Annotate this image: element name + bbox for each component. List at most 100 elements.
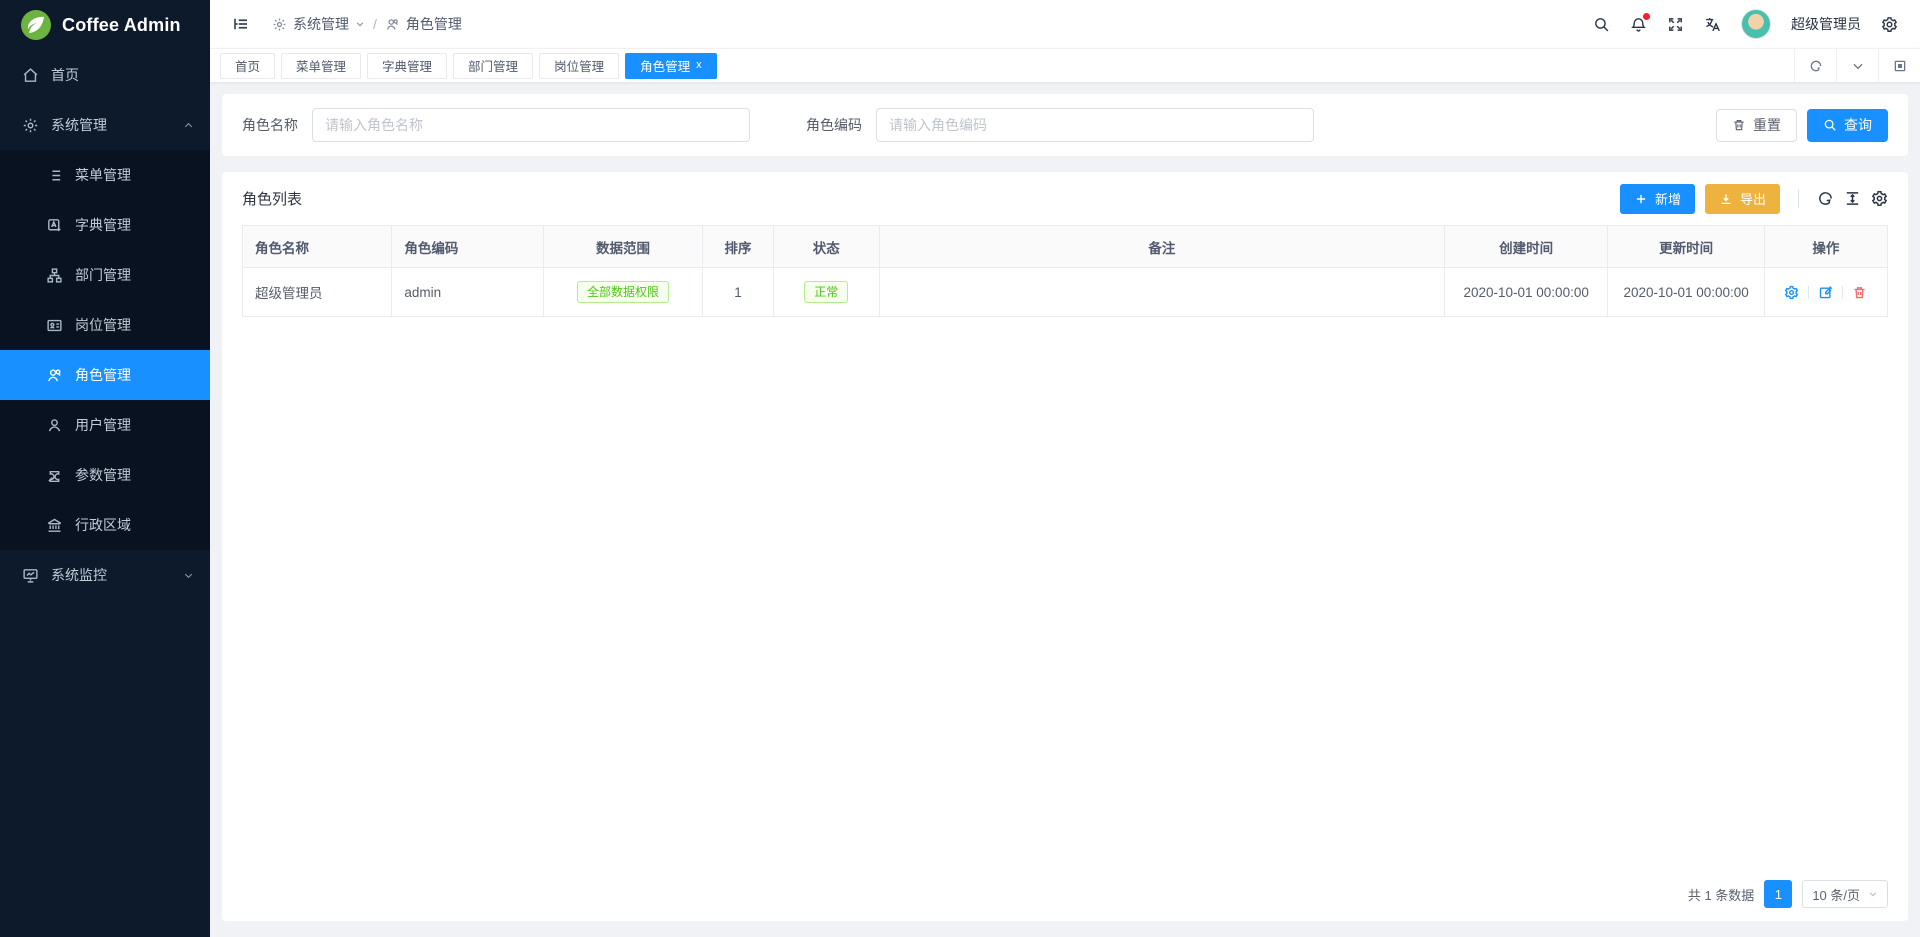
plus-icon <box>1634 192 1648 206</box>
data-scope-tag: 全部数据权限 <box>577 281 669 303</box>
cell-role-name: 超级管理员 <box>243 268 392 317</box>
role-code-input[interactable] <box>876 108 1314 142</box>
reset-button[interactable]: 重置 <box>1716 109 1797 142</box>
sidebar-item-region-mgmt[interactable]: 行政区域 <box>0 500 210 550</box>
tab-home[interactable]: 首页 <box>220 53 275 79</box>
tab-close-icon[interactable]: x <box>696 60 702 71</box>
role-name-input[interactable] <box>312 108 750 142</box>
sidebar-item-dept-mgmt[interactable]: 部门管理 <box>0 250 210 300</box>
monitor-icon <box>22 567 39 584</box>
translate-icon[interactable] <box>1704 16 1721 33</box>
refresh-icon[interactable] <box>1817 190 1834 207</box>
gear-icon <box>22 117 39 134</box>
app-logo: Coffee Admin <box>0 0 210 50</box>
breadcrumb: 系统管理 / 角色管理 <box>272 14 462 34</box>
col-actions: 操作 <box>1764 226 1887 268</box>
sidebar-item-label: 参数管理 <box>75 465 131 485</box>
sidebar-item-label: 岗位管理 <box>75 315 131 335</box>
col-remark: 备注 <box>879 226 1444 268</box>
sidebar-submenu-system: 菜单管理 字典管理 部门管理 岗位管理 角色管理 用户管理 <box>0 150 210 550</box>
breadcrumb-label: 角色管理 <box>406 14 462 34</box>
table-row[interactable]: 超级管理员 admin 全部数据权限 1 正常 2020-10-01 00:00… <box>243 268 1888 317</box>
row-delete-icon[interactable] <box>1852 285 1867 300</box>
app-title: Coffee Admin <box>62 15 181 36</box>
tab-list-dropdown-button[interactable] <box>1836 49 1878 82</box>
tab-label: 字典管理 <box>382 56 432 75</box>
table-settings-gear-icon[interactable] <box>1871 190 1888 207</box>
breadcrumb-label: 系统管理 <box>293 14 349 34</box>
pagination: 共 1 条数据 1 10 条/页 <box>1688 880 1888 908</box>
current-user-name[interactable]: 超级管理员 <box>1791 14 1861 34</box>
trash-icon <box>1732 118 1746 132</box>
add-button[interactable]: 新增 <box>1620 184 1695 214</box>
user-avatar[interactable] <box>1741 9 1771 39</box>
tab-role-mgmt[interactable]: 角色管理 x <box>625 53 717 79</box>
action-divider <box>1808 286 1809 299</box>
role-list-card: 角色列表 新增 导出 <box>222 172 1908 921</box>
search-actions: 重置 查询 <box>1716 109 1888 142</box>
sidebar-item-label: 部门管理 <box>75 265 131 285</box>
id-card-icon <box>46 317 63 334</box>
column-height-icon[interactable] <box>1844 190 1861 207</box>
page-1-button[interactable]: 1 <box>1764 880 1792 908</box>
row-edit-icon[interactable] <box>1818 285 1833 300</box>
dictionary-icon <box>46 217 63 234</box>
sidebar-item-label: 角色管理 <box>75 365 131 385</box>
table-header-row: 角色名称 角色编码 数据范围 排序 状态 备注 创建时间 更新时间 操作 <box>243 226 1888 268</box>
cell-remark <box>879 268 1444 317</box>
tab-bar: 首页 菜单管理 字典管理 部门管理 岗位管理 角色管理 x <box>210 48 1920 82</box>
sidebar-group-system[interactable]: 系统管理 <box>0 100 210 150</box>
col-role-name: 角色名称 <box>243 226 392 268</box>
col-created: 创建时间 <box>1444 226 1607 268</box>
sidebar-item-param-mgmt[interactable]: 参数管理 <box>0 450 210 500</box>
sidebar-item-home[interactable]: 首页 <box>0 50 210 100</box>
row-permission-gear-icon[interactable] <box>1784 285 1799 300</box>
tab-menu-mgmt[interactable]: 菜单管理 <box>281 53 361 79</box>
query-button[interactable]: 查询 <box>1807 109 1888 142</box>
col-data-scope: 数据范围 <box>543 226 702 268</box>
cell-order: 1 <box>703 268 774 317</box>
col-updated: 更新时间 <box>1608 226 1764 268</box>
sidebar-item-role-mgmt[interactable]: 角色管理 <box>0 350 210 400</box>
tab-post-mgmt[interactable]: 岗位管理 <box>539 53 619 79</box>
breadcrumb-item-role[interactable]: 角色管理 <box>385 14 462 34</box>
tab-label: 角色管理 <box>640 56 690 75</box>
tab-dict-mgmt[interactable]: 字典管理 <box>367 53 447 79</box>
maximize-content-button[interactable] <box>1878 49 1920 82</box>
search-icon[interactable] <box>1593 16 1610 33</box>
chevron-down-icon <box>183 570 194 581</box>
role-table: 角色名称 角色编码 数据范围 排序 状态 备注 创建时间 更新时间 操作 <box>242 225 1888 317</box>
user-icon <box>46 417 63 434</box>
role-people-icon <box>46 367 63 384</box>
sidebar-item-user-mgmt[interactable]: 用户管理 <box>0 400 210 450</box>
tab-tools <box>1794 49 1920 82</box>
sidebar-group-label: 系统管理 <box>51 115 107 135</box>
breadcrumb-item-system[interactable]: 系统管理 <box>272 14 365 34</box>
role-name-field: 角色名称 <box>242 108 750 142</box>
bank-icon <box>46 517 63 534</box>
tab-label: 部门管理 <box>468 56 518 75</box>
tab-dept-mgmt[interactable]: 部门管理 <box>453 53 533 79</box>
refresh-tab-button[interactable] <box>1794 49 1836 82</box>
collapse-sidebar-icon[interactable] <box>232 15 250 33</box>
export-button[interactable]: 导出 <box>1705 184 1780 214</box>
page-size-select[interactable]: 10 条/页 <box>1802 880 1888 908</box>
sidebar-group-label: 系统监控 <box>51 565 107 585</box>
page-content: 角色名称 角色编码 重置 查询 <box>210 82 1920 937</box>
wrench-icon <box>46 467 63 484</box>
sidebar-item-post-mgmt[interactable]: 岗位管理 <box>0 300 210 350</box>
tab-label: 菜单管理 <box>296 56 346 75</box>
sidebar-item-label: 字典管理 <box>75 215 131 235</box>
sidebar-item-menu-mgmt[interactable]: 菜单管理 <box>0 150 210 200</box>
sidebar-group-monitor[interactable]: 系统监控 <box>0 550 210 600</box>
fullscreen-icon[interactable] <box>1667 16 1684 33</box>
header-actions: 超级管理员 <box>1593 9 1898 39</box>
app-root: Coffee Admin 首页 系统管理 菜单管理 字典管理 部门管理 <box>0 0 1920 937</box>
query-button-label: 查询 <box>1844 115 1872 135</box>
gear-icon <box>272 17 287 32</box>
chevron-down-icon <box>1868 889 1878 899</box>
sidebar-item-dict-mgmt[interactable]: 字典管理 <box>0 200 210 250</box>
settings-gear-icon[interactable] <box>1881 16 1898 33</box>
notification-dot <box>1643 13 1650 20</box>
notification-bell[interactable] <box>1630 16 1647 33</box>
